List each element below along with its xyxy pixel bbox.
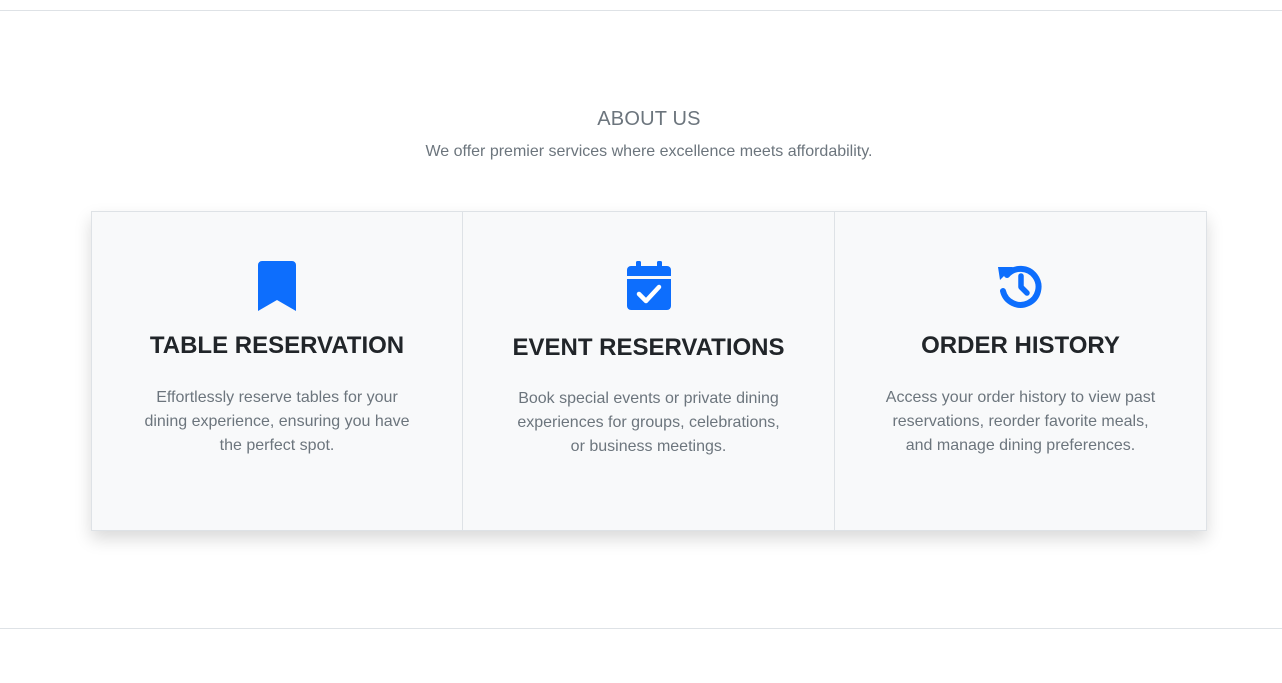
top-divider [0,10,1282,11]
card-text: Access your order history to view past r… [885,389,1156,454]
card-text: Effortlessly reserve tables for your din… [144,389,410,454]
bottom-divider [0,628,1282,629]
bookmark-icon [92,260,462,312]
section-title: ABOUT US [597,108,701,130]
card-table-reservation: TABLE RESERVATION Effortlessly reserve t… [91,211,463,531]
calendar-check-icon [463,260,834,312]
services-cards: TABLE RESERVATION Effortlessly reserve t… [91,211,1207,531]
page: ABOUT US We offer premier services where… [0,0,1282,683]
history-icon [835,260,1206,312]
card-title: EVENT RESERVATIONS [512,334,785,361]
section-subtitle: We offer premier services where excellen… [425,143,873,160]
card-title: ORDER HISTORY [921,332,1120,359]
card-text: Book special events or private dining ex… [517,390,780,455]
card-event-reservations: EVENT RESERVATIONS Book special events o… [463,211,835,531]
card-title: TABLE RESERVATION [149,332,405,359]
card-order-history: ORDER HISTORY Access your order history … [835,211,1207,531]
